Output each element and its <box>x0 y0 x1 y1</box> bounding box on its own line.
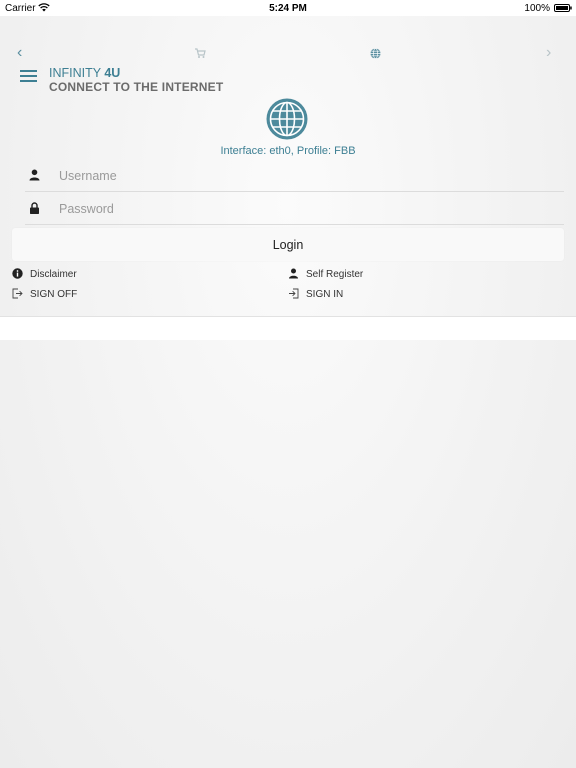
battery-percent: 100% <box>524 3 550 14</box>
sign-off-label: SIGN OFF <box>30 289 78 300</box>
login-button[interactable]: Login <box>12 228 564 261</box>
password-field-row <box>25 192 564 225</box>
content-divider <box>0 316 576 340</box>
brand-title: INFINITY 4U <box>49 66 120 80</box>
cart-icon[interactable] <box>194 47 206 59</box>
battery-icon <box>554 4 572 12</box>
status-bar: Carrier 5:24 PM 100% <box>0 0 576 16</box>
brand-suffix: 4U <box>104 66 121 80</box>
sign-out-icon <box>12 288 23 299</box>
interface-info: Interface: eth0, Profile: FBB <box>220 145 356 157</box>
user-icon <box>29 169 40 181</box>
chevron-right-icon[interactable]: › <box>546 44 551 62</box>
page-subtitle: CONNECT TO THE INTERNET <box>49 80 224 94</box>
clock: 5:24 PM <box>269 3 307 14</box>
user-icon <box>289 268 298 279</box>
chevron-left-icon[interactable]: ‹ <box>17 44 22 62</box>
brand-prefix: INFINITY <box>49 66 105 80</box>
lock-icon <box>30 202 39 214</box>
username-field-row <box>25 159 564 192</box>
password-input[interactable] <box>57 197 541 221</box>
globe-icon[interactable] <box>370 48 381 59</box>
sign-in-icon <box>289 288 299 299</box>
disclaimer-label: Disclaimer <box>30 269 77 280</box>
top-navigation: ‹ › <box>0 44 576 64</box>
globe-logo-icon <box>266 98 308 140</box>
username-input[interactable] <box>57 164 541 188</box>
hamburger-menu-icon[interactable] <box>20 70 37 82</box>
self-register-label: Self Register <box>306 269 364 280</box>
info-icon <box>12 268 23 279</box>
sign-in-label: SIGN IN <box>306 289 344 300</box>
